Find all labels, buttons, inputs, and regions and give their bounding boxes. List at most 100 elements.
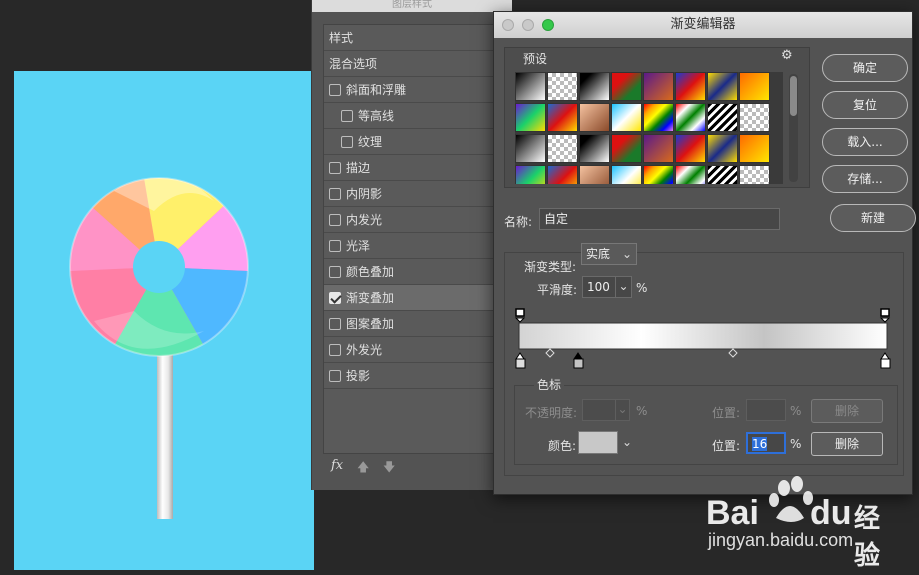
style-checkbox[interactable] <box>329 188 341 200</box>
preset-swatch[interactable] <box>643 134 674 163</box>
preset-swatch[interactable] <box>739 72 770 101</box>
preset-swatch[interactable] <box>611 103 642 132</box>
arrow-down-icon[interactable]: 🡇 <box>383 458 395 479</box>
gradient-type-select[interactable]: 实底 ⌄ <box>581 243 637 265</box>
preset-swatch[interactable] <box>547 134 578 163</box>
preset-swatch[interactable] <box>579 134 610 163</box>
style-checkbox[interactable] <box>329 240 341 252</box>
zoom-window-button[interactable] <box>542 19 554 31</box>
preset-swatch[interactable] <box>611 72 642 101</box>
style-item[interactable]: 外发光 <box>324 337 506 363</box>
preset-swatch[interactable] <box>515 134 546 163</box>
style-item[interactable]: 描边 <box>324 155 506 181</box>
preset-swatch[interactable] <box>739 134 770 163</box>
style-item-label: 外发光 <box>346 343 383 357</box>
preset-swatch[interactable] <box>643 165 674 184</box>
style-checkbox[interactable] <box>329 318 341 330</box>
preset-swatch[interactable] <box>515 103 546 132</box>
preset-swatch[interactable] <box>579 72 610 101</box>
save-button[interactable]: 存储... <box>822 165 908 193</box>
style-item[interactable]: 等高线 <box>324 103 506 129</box>
preset-swatch[interactable] <box>579 103 610 132</box>
smoothness-input[interactable]: 100 ⌄ <box>582 276 632 298</box>
color-stop-right[interactable] <box>880 352 891 369</box>
style-item-label: 混合选项 <box>329 57 378 71</box>
presets-scrollbar[interactable] <box>789 74 798 182</box>
preset-swatch[interactable] <box>675 165 706 184</box>
style-checkbox[interactable] <box>329 370 341 382</box>
chevron-down-icon[interactable]: ⌄ <box>615 276 631 298</box>
style-checkbox[interactable] <box>341 110 353 122</box>
style-checkbox[interactable] <box>329 266 341 278</box>
chevron-down-icon[interactable]: ⌄ <box>622 435 632 449</box>
color-position-label: 位置: <box>712 439 741 453</box>
preset-swatch[interactable] <box>675 72 706 101</box>
ok-button[interactable]: 确定 <box>822 54 908 82</box>
opacity-position-input <box>746 399 786 421</box>
baidu-watermark: Bai du 经验 jingyan.baidu.com <box>704 474 904 574</box>
style-checkbox[interactable] <box>329 214 341 226</box>
style-item[interactable]: 图案叠加 <box>324 311 506 337</box>
style-item[interactable]: 纹理 <box>324 129 506 155</box>
style-item[interactable]: 斜面和浮雕 <box>324 77 506 103</box>
style-item-label: 等高线 <box>358 109 395 123</box>
gradient-bar[interactable] <box>518 322 888 350</box>
preset-swatch[interactable] <box>611 134 642 163</box>
load-button[interactable]: 载入... <box>822 128 908 156</box>
midpoint-diamond[interactable] <box>728 348 738 358</box>
preset-swatch[interactable] <box>547 165 578 184</box>
color-stop-swatch[interactable] <box>578 431 618 454</box>
style-checkbox[interactable] <box>329 292 341 304</box>
style-item[interactable]: 混合选项 <box>324 51 506 77</box>
preset-swatch[interactable] <box>707 165 738 184</box>
presets-scrollbar-thumb[interactable] <box>790 76 797 116</box>
color-stop-left[interactable] <box>515 352 526 369</box>
style-item[interactable]: 颜色叠加 <box>324 259 506 285</box>
preset-swatch[interactable] <box>739 165 770 184</box>
style-item[interactable]: 内阴影 <box>324 181 506 207</box>
preset-swatch[interactable] <box>611 165 642 184</box>
color-position-input[interactable]: 16 <box>746 432 786 454</box>
gear-icon[interactable]: ⚙ <box>781 48 793 63</box>
style-list-footer: fx 🡅 🡇 <box>323 455 505 479</box>
color-stop-selected[interactable] <box>573 352 584 369</box>
preset-swatch[interactable] <box>675 103 706 132</box>
preset-swatch[interactable] <box>707 134 738 163</box>
preset-swatch[interactable] <box>515 165 546 184</box>
new-button[interactable]: 新建 <box>830 204 916 232</box>
smoothness-value: 100 <box>587 280 610 294</box>
preset-swatch[interactable] <box>675 134 706 163</box>
preset-swatch[interactable] <box>739 103 770 132</box>
fx-button[interactable]: fx <box>331 458 343 473</box>
style-item[interactable]: 光泽 <box>324 233 506 259</box>
style-checkbox[interactable] <box>341 136 353 148</box>
style-item[interactable]: 样式 <box>324 25 506 51</box>
delete-color-stop-button[interactable]: 删除 <box>811 432 883 456</box>
preset-swatch[interactable] <box>707 72 738 101</box>
preset-swatch[interactable] <box>579 165 610 184</box>
layer-style-dialog: 图层样式 样式 混合选项 斜面和浮雕 等高线 纹理 描边 内阴影 内发光 光泽 颜色叠加 渐变叠加图… <box>311 0 512 490</box>
preset-swatch[interactable] <box>707 103 738 132</box>
opacity-stop-left[interactable] <box>514 308 526 323</box>
style-item[interactable]: 投影 <box>324 363 506 389</box>
style-checkbox[interactable] <box>329 344 341 356</box>
opacity-stop-right[interactable] <box>879 308 891 323</box>
preset-swatch[interactable] <box>547 72 578 101</box>
preset-swatch[interactable] <box>643 72 674 101</box>
watermark-brand: Bai <box>706 494 759 532</box>
arrow-up-icon[interactable]: 🡅 <box>357 458 369 479</box>
gradient-editor-dialog: 渐变编辑器 预设 ⚙ 确定 复位 载入... 存储... 新建 名称: 自定 渐… <box>493 11 916 495</box>
preset-swatch[interactable] <box>643 103 674 132</box>
style-item[interactable]: 内发光 <box>324 207 506 233</box>
reset-button[interactable]: 复位 <box>822 91 908 119</box>
preset-swatch[interactable] <box>515 72 546 101</box>
style-item[interactable]: 渐变叠加 <box>324 285 506 311</box>
color-position-value: 16 <box>752 437 768 451</box>
close-window-button[interactable] <box>502 19 514 31</box>
midpoint-diamond[interactable] <box>545 348 555 358</box>
minimize-window-button[interactable] <box>522 19 534 31</box>
style-checkbox[interactable] <box>329 162 341 174</box>
name-input[interactable]: 自定 <box>539 208 780 230</box>
preset-swatch[interactable] <box>547 103 578 132</box>
style-checkbox[interactable] <box>329 84 341 96</box>
